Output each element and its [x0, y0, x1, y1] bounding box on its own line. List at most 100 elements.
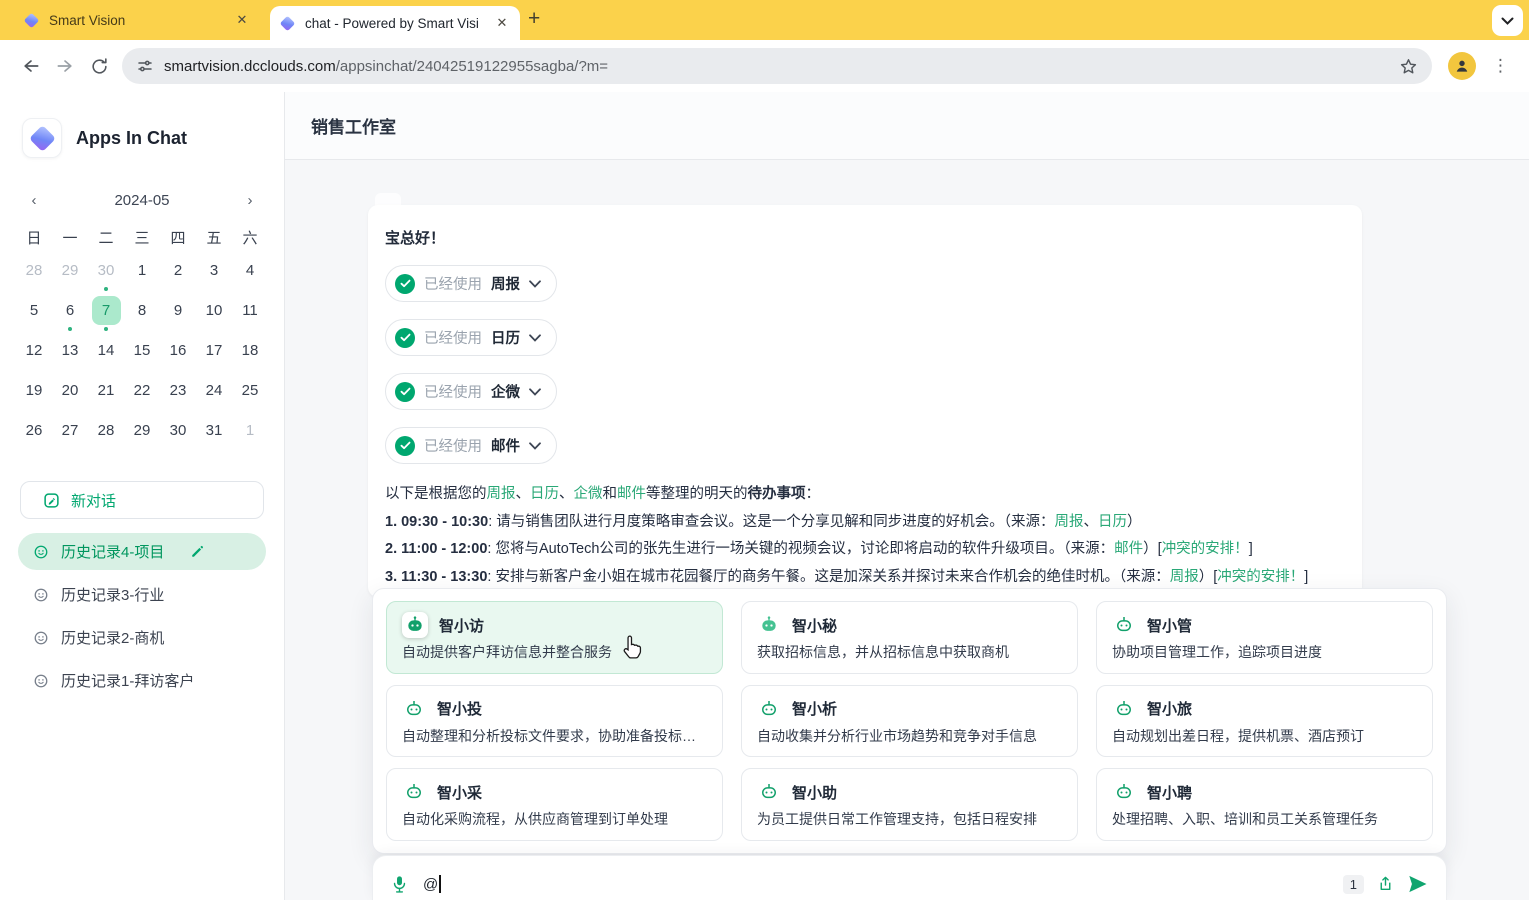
chevron-down-icon[interactable]	[529, 280, 541, 288]
calendar-day[interactable]: 11	[232, 296, 268, 336]
calendar-day[interactable]: 14	[88, 336, 124, 376]
upload-icon[interactable]	[1377, 875, 1394, 893]
microphone-icon[interactable]	[391, 875, 408, 894]
profile-avatar[interactable]	[1448, 52, 1476, 80]
bookmark-star-icon[interactable]	[1399, 57, 1418, 76]
inline-link[interactable]: 邮件	[617, 486, 646, 502]
calendar-day[interactable]: 24	[196, 376, 232, 416]
message-input-bar[interactable]: @ 1	[372, 855, 1447, 900]
calendar-day[interactable]: 8	[124, 296, 160, 336]
calendar-day[interactable]: 16	[160, 336, 196, 376]
calendar-day[interactable]: 3	[196, 256, 232, 296]
agent-card[interactable]: 智小助 为员工提供日常工作管理支持，包括日程安排	[741, 768, 1078, 841]
calendar-day[interactable]: 19	[16, 376, 52, 416]
inline-link[interactable]: 邮件	[1114, 541, 1143, 557]
calendar-day[interactable]: 17	[196, 336, 232, 376]
back-button[interactable]	[14, 49, 48, 83]
history-item[interactable]: 历史记录1-拜访客户	[18, 662, 266, 699]
tab-overflow-button[interactable]	[1492, 5, 1523, 36]
calendar-day[interactable]: 10	[196, 296, 232, 336]
agent-name: 智小聘	[1147, 782, 1192, 803]
new-chat-button[interactable]: 新对话	[20, 481, 264, 519]
agent-card[interactable]: 智小投 自动整理和分析投标文件要求，协助准备投标…	[386, 685, 723, 758]
tab-chat[interactable]: chat - Powered by Smart Visi ✕	[270, 6, 520, 40]
edit-pencil-icon[interactable]	[190, 544, 205, 559]
chevron-down-icon[interactable]	[529, 388, 541, 396]
robot-icon	[1112, 613, 1136, 637]
used-tool-button[interactable]: 已经使用 邮件	[385, 427, 557, 464]
calendar-day[interactable]: 4	[232, 256, 268, 296]
agent-card[interactable]: 智小聘 处理招聘、入职、培训和员工关系管理任务	[1096, 768, 1433, 841]
calendar-prev-button[interactable]: ‹	[26, 192, 42, 209]
inline-link[interactable]: 冲突的安排！	[1217, 569, 1304, 585]
input-text[interactable]: @	[423, 876, 438, 893]
calendar-day[interactable]: 7	[88, 296, 124, 336]
tab-smart-vision[interactable]: Smart Vision ✕	[14, 0, 260, 40]
url-bar[interactable]: smartvision.dcclouds.com/appsinchat/2404…	[122, 48, 1432, 84]
calendar-day[interactable]: 12	[16, 336, 52, 376]
calendar-day[interactable]: 13	[52, 336, 88, 376]
robot-icon	[1112, 780, 1136, 804]
calendar-day[interactable]: 27	[52, 416, 88, 456]
agent-card[interactable]: 智小管 协助项目管理工作，追踪项目进度	[1096, 601, 1433, 674]
calendar-day[interactable]: 22	[124, 376, 160, 416]
calendar-day[interactable]: 2	[160, 256, 196, 296]
chevron-down-icon[interactable]	[529, 442, 541, 450]
inline-text: ]	[1304, 569, 1308, 585]
calendar-day[interactable]: 20	[52, 376, 88, 416]
forward-button[interactable]	[48, 49, 82, 83]
robot-icon	[757, 613, 781, 637]
browser-menu-button[interactable]: ⋮	[1486, 56, 1515, 76]
calendar-day[interactable]: 25	[232, 376, 268, 416]
calendar-day[interactable]: 29	[52, 256, 88, 296]
inline-link[interactable]: 日历	[530, 486, 559, 502]
used-tool-button[interactable]: 已经使用 日历	[385, 319, 557, 356]
forward-arrow-icon	[55, 56, 75, 76]
weekday-label: 六	[232, 226, 268, 248]
calendar-day[interactable]: 5	[16, 296, 52, 336]
inline-link[interactable]: 周报	[1055, 514, 1084, 530]
agent-card[interactable]: 智小访 自动提供客户拜访信息并整合服务	[386, 601, 723, 674]
calendar-day[interactable]: 30	[88, 256, 124, 296]
calendar-day[interactable]: 29	[124, 416, 160, 456]
used-tool-button[interactable]: 已经使用 企微	[385, 373, 557, 410]
agent-name: 智小访	[439, 615, 484, 636]
new-tab-button[interactable]: +	[528, 8, 540, 30]
calendar-month-label: 2024-05	[114, 192, 169, 209]
reload-button[interactable]	[82, 49, 116, 83]
tune-icon[interactable]	[136, 57, 154, 75]
calendar-next-button[interactable]: ›	[242, 192, 258, 209]
history-item[interactable]: 历史记录2-商机	[18, 619, 266, 656]
agent-card[interactable]: 智小旅 自动规划出差日程，提供机票、酒店预订	[1096, 685, 1433, 758]
inline-link[interactable]: 周报	[1170, 569, 1199, 585]
calendar-day[interactable]: 23	[160, 376, 196, 416]
send-icon[interactable]	[1407, 875, 1428, 893]
inline-link[interactable]: 冲突的安排！	[1162, 541, 1249, 557]
calendar-day[interactable]: 26	[16, 416, 52, 456]
calendar-day[interactable]: 6	[52, 296, 88, 336]
agent-card[interactable]: 智小秘 获取招标信息，并从招标信息中获取商机	[741, 601, 1078, 674]
calendar-day[interactable]: 30	[160, 416, 196, 456]
calendar-day[interactable]: 28	[88, 416, 124, 456]
chevron-down-icon[interactable]	[529, 334, 541, 342]
calendar-day[interactable]: 9	[160, 296, 196, 336]
calendar-day[interactable]: 31	[196, 416, 232, 456]
inline-link[interactable]: 周报	[487, 486, 516, 502]
calendar-day[interactable]: 15	[124, 336, 160, 376]
agent-card[interactable]: 智小析 自动收集并分析行业市场趋势和竞争对手信息	[741, 685, 1078, 758]
calendar-day[interactable]: 28	[16, 256, 52, 296]
inline-link[interactable]: 企微	[574, 486, 603, 502]
history-item[interactable]: 历史记录4-项目	[18, 533, 266, 570]
tool-name: 周报	[491, 273, 520, 294]
calendar-day[interactable]: 1	[232, 416, 268, 456]
agent-name: 智小秘	[792, 615, 837, 636]
tab-close-icon[interactable]: ✕	[494, 15, 510, 31]
calendar-day[interactable]: 21	[88, 376, 124, 416]
inline-link[interactable]: 日历	[1098, 514, 1127, 530]
agent-card[interactable]: 智小采 自动化采购流程，从供应商管理到订单处理	[386, 768, 723, 841]
calendar-day[interactable]: 1	[124, 256, 160, 296]
used-tool-button[interactable]: 已经使用 周报	[385, 265, 557, 302]
history-item[interactable]: 历史记录3-行业	[18, 576, 266, 613]
calendar-day[interactable]: 18	[232, 336, 268, 376]
tab-close-icon[interactable]: ✕	[234, 12, 250, 28]
